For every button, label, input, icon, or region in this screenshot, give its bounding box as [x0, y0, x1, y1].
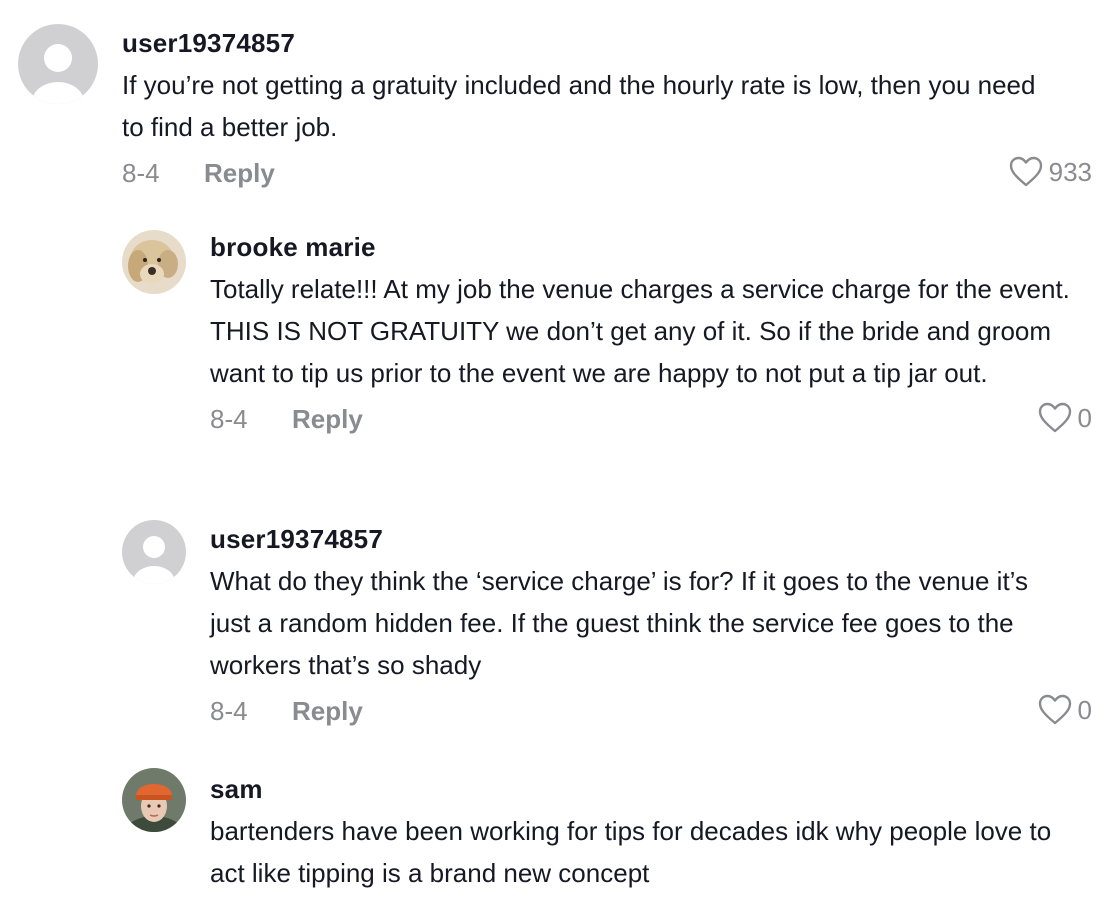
heart-icon	[1038, 402, 1071, 433]
person-avatar[interactable]	[122, 768, 186, 832]
reply-button[interactable]: Reply	[292, 404, 363, 435]
comment-body: user19374857 If you’re not getting a gra…	[122, 26, 1092, 196]
comment-body: brooke marie Totally relate!!! At my job…	[210, 230, 1092, 442]
comment-text: Totally relate!!! At my job the venue ch…	[210, 274, 1070, 388]
comment-body: user19374857 What do they think the ‘ser…	[210, 522, 1092, 734]
comment-username[interactable]: brooke marie	[210, 230, 1092, 264]
comment-date: 8-4	[210, 696, 248, 726]
comment-meta: 8-4 Reply 0	[210, 398, 1092, 442]
comment-text: What do they think the ‘service charge’ …	[210, 566, 1028, 680]
comment-username[interactable]: user19374857	[122, 26, 1092, 60]
like-button[interactable]: 0	[1038, 694, 1092, 726]
comment-date: 8-4	[210, 404, 248, 434]
heart-icon	[1009, 156, 1042, 187]
reply-button[interactable]: Reply	[204, 158, 275, 189]
like-button[interactable]: 0	[1038, 402, 1092, 434]
comment-username[interactable]: sam	[210, 772, 1092, 806]
like-count: 933	[1048, 156, 1092, 187]
comment-meta: 8-4 Reply 0	[210, 690, 1092, 734]
default-avatar-icon[interactable]	[122, 520, 186, 584]
like-button[interactable]: 933	[1009, 156, 1092, 188]
like-count: 0	[1077, 402, 1092, 433]
reply-button[interactable]: Reply	[292, 696, 363, 727]
heart-icon	[1038, 694, 1071, 725]
comment-username[interactable]: user19374857	[210, 522, 1092, 556]
comment-body: sam bartenders have been working for tip…	[210, 772, 1092, 894]
comment-text: If you’re not getting a gratuity include…	[122, 70, 1036, 142]
comment-text: bartenders have been working for tips fo…	[210, 816, 1052, 888]
like-count: 0	[1077, 694, 1092, 725]
dog-avatar[interactable]	[122, 230, 186, 294]
comment-date: 8-4	[122, 158, 160, 188]
comment-meta: 8-4 Reply 933	[122, 152, 1092, 196]
default-avatar-icon[interactable]	[18, 24, 98, 104]
